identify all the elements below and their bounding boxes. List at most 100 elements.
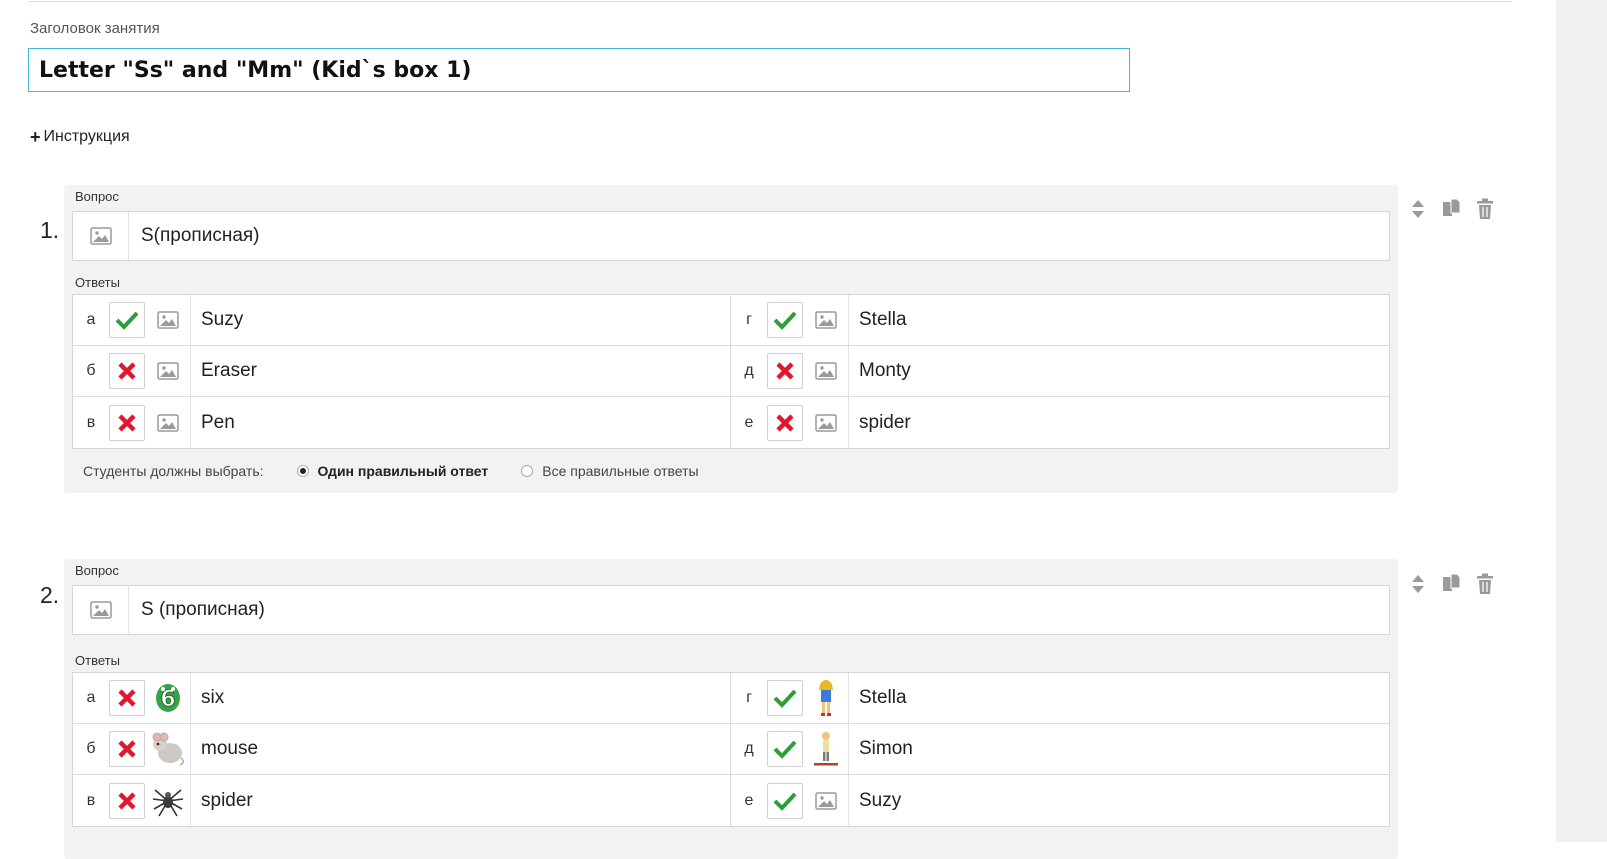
boy-icon[interactable] <box>803 724 849 774</box>
answer-text: Monty <box>859 360 911 381</box>
check-icon <box>773 311 797 330</box>
answer-item: г Stella <box>731 673 1389 724</box>
correct-toggle[interactable] <box>767 404 803 441</box>
correct-toggle[interactable] <box>109 680 145 716</box>
question-block: Вопрос S (прописная) Ответы а 6 six г St… <box>64 559 1398 859</box>
answer-letter: г <box>746 311 752 328</box>
answer-text: Simon <box>859 738 913 759</box>
girl-icon[interactable] <box>803 673 849 723</box>
answer-text: Eraser <box>201 360 257 381</box>
answer-letter: д <box>744 362 754 379</box>
correct-toggle[interactable] <box>767 731 803 767</box>
six-icon[interactable]: 6 <box>145 673 191 723</box>
copy-icon[interactable] <box>1440 198 1462 220</box>
answer-letter: а <box>86 689 96 706</box>
question-label: Вопрос <box>75 189 119 204</box>
image-placeholder-icon[interactable] <box>803 397 849 448</box>
check-icon <box>773 792 797 811</box>
answer-item: е spider <box>731 397 1389 448</box>
answers-grid: а 6 six г Stella б mouse д Simon в spide… <box>72 672 1390 827</box>
answer-item: д Simon <box>731 724 1389 775</box>
copy-icon[interactable] <box>1440 573 1462 595</box>
answer-letter: в <box>86 791 96 809</box>
correct-toggle[interactable] <box>109 404 145 441</box>
image-placeholder-icon[interactable] <box>73 212 129 260</box>
correct-toggle[interactable] <box>767 680 803 716</box>
cross-icon <box>118 740 136 758</box>
image-placeholder-icon[interactable] <box>145 346 191 396</box>
answer-text: Stella <box>859 687 907 708</box>
correct-toggle[interactable] <box>109 353 145 389</box>
trash-icon[interactable] <box>1476 573 1494 595</box>
question-text: S(прописная) <box>141 225 260 246</box>
question-input[interactable]: S (прописная) <box>72 585 1390 635</box>
answer-item: е Suzy <box>731 775 1389 826</box>
cross-icon <box>776 362 794 380</box>
question-number: 1. <box>40 217 60 243</box>
correct-toggle[interactable] <box>767 782 803 819</box>
question-input[interactable]: S(прописная) <box>72 211 1390 261</box>
correct-toggle[interactable] <box>109 782 145 819</box>
cross-icon <box>118 791 136 810</box>
answer-item: в spider <box>73 775 731 826</box>
mouse-icon[interactable] <box>145 724 191 774</box>
image-placeholder-icon[interactable] <box>803 775 849 826</box>
image-placeholder-icon[interactable] <box>803 346 849 396</box>
answer-text: mouse <box>201 738 259 759</box>
answer-text: Stella <box>859 309 907 330</box>
answer-text: spider <box>859 411 911 433</box>
question-text: S (прописная) <box>141 599 265 620</box>
answer-text: Suzy <box>859 789 902 811</box>
answer-item: а 6 six <box>73 673 731 724</box>
mode-all-correct[interactable]: Все правильные ответы <box>521 463 699 479</box>
cross-icon <box>118 362 136 380</box>
answers-label: Ответы <box>75 653 120 668</box>
answer-item: д Monty <box>731 346 1389 397</box>
answer-letter: а <box>86 311 96 328</box>
cross-icon <box>118 413 136 432</box>
image-placeholder-icon[interactable] <box>145 295 191 345</box>
reorder-icon[interactable] <box>1410 198 1426 220</box>
answer-item: г Stella <box>731 295 1389 346</box>
answer-letter: г <box>746 689 752 706</box>
question-block: Вопрос S(прописная) Ответы а Suzy г Stel… <box>64 185 1398 493</box>
answer-letter: д <box>744 740 754 757</box>
answer-item: б mouse <box>73 724 731 775</box>
correct-toggle[interactable] <box>109 731 145 767</box>
radio-selected[interactable] <box>296 465 309 477</box>
question-tools <box>1410 573 1494 595</box>
image-placeholder-icon[interactable] <box>145 397 191 448</box>
lesson-title-input[interactable] <box>28 48 1130 92</box>
students-choose-label: Студенты должны выбрать: <box>83 463 264 479</box>
correct-toggle[interactable] <box>767 353 803 389</box>
answer-text: six <box>201 687 225 708</box>
answer-letter: е <box>744 791 754 809</box>
answer-text: Suzy <box>201 309 244 330</box>
image-placeholder-icon[interactable] <box>803 295 849 345</box>
mode-one-correct-label: Один правильный ответ <box>317 463 489 479</box>
question-number: 2. <box>40 582 60 608</box>
trash-icon[interactable] <box>1476 198 1494 220</box>
lesson-title-label: Заголовок занятия <box>30 20 160 37</box>
answer-letter: б <box>86 362 96 379</box>
answer-item: б Eraser <box>73 346 731 397</box>
mode-one-correct[interactable]: Один правильный ответ <box>296 463 489 479</box>
top-divider <box>28 1 1512 2</box>
check-icon <box>773 740 797 759</box>
image-placeholder-icon[interactable] <box>73 586 129 634</box>
answers-label: Ответы <box>75 275 120 290</box>
check-icon <box>115 311 139 330</box>
correct-toggle[interactable] <box>767 302 803 338</box>
radio-unselected[interactable] <box>521 465 534 477</box>
right-gutter <box>1556 0 1607 842</box>
reorder-icon[interactable] <box>1410 573 1426 595</box>
instruction-toggle[interactable]: + Инструкция <box>30 128 130 146</box>
correct-toggle[interactable] <box>109 302 145 338</box>
answer-item: а Suzy <box>73 295 731 346</box>
answer-letter: в <box>86 413 96 431</box>
instruction-label: Инструкция <box>43 128 130 145</box>
question-label: Вопрос <box>75 563 119 578</box>
check-icon <box>773 689 797 708</box>
spider-icon[interactable] <box>145 775 191 826</box>
answer-item: в Pen <box>73 397 731 448</box>
